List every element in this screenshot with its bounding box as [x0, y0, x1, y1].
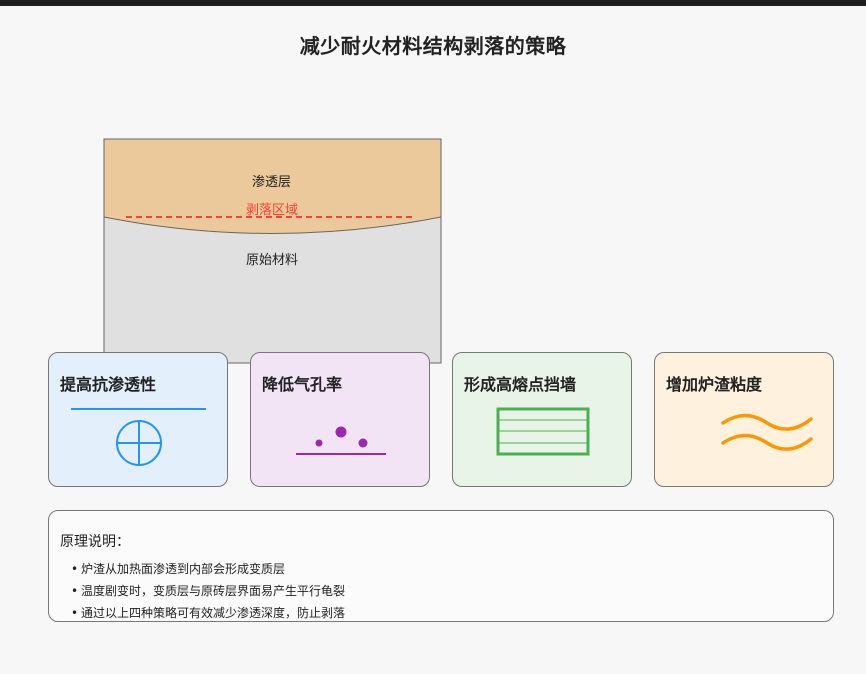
- pores-icon: [296, 426, 386, 455]
- original-material-label: 原始材料: [246, 253, 299, 268]
- penetration-layer-label: 渗透层: [252, 175, 292, 190]
- strategy-card-penetration-resistance: 提高抗渗透性: [48, 352, 228, 487]
- list-item: • 温度剧变时，变质层与原砖层界面易产生平行龟裂: [71, 584, 346, 598]
- explanation-panel: 原理说明： • 炉渣从加热面渗透到内部会形成变质层 • 温度剧变时，变质层与原砖层界…: [48, 510, 834, 622]
- shield-plus-icon: [71, 408, 206, 466]
- barrier-wall-icon: [496, 407, 590, 456]
- strategy-card-porosity: 降低气孔率: [250, 352, 430, 487]
- spalling-zone-label: 剥落区域: [246, 203, 299, 218]
- strategy-card-slag-viscosity: 增加炉渣粘度: [654, 352, 834, 487]
- explanation-list: • 炉渣从加热面渗透到内部会形成变质层 • 温度剧变时，变质层与原砖层界面易产生平行…: [71, 558, 345, 624]
- strategy-card-barrier-wall: 形成高熔点挡墙: [452, 352, 632, 487]
- explanation-title: 原理说明：: [60, 534, 130, 550]
- list-item: • 通过以上四种策略可有效减少渗透深度，防止剥落: [71, 606, 346, 620]
- list-item: • 炉渣从加热面渗透到内部会形成变质层: [71, 562, 286, 576]
- viscous-waves-icon: [721, 413, 813, 451]
